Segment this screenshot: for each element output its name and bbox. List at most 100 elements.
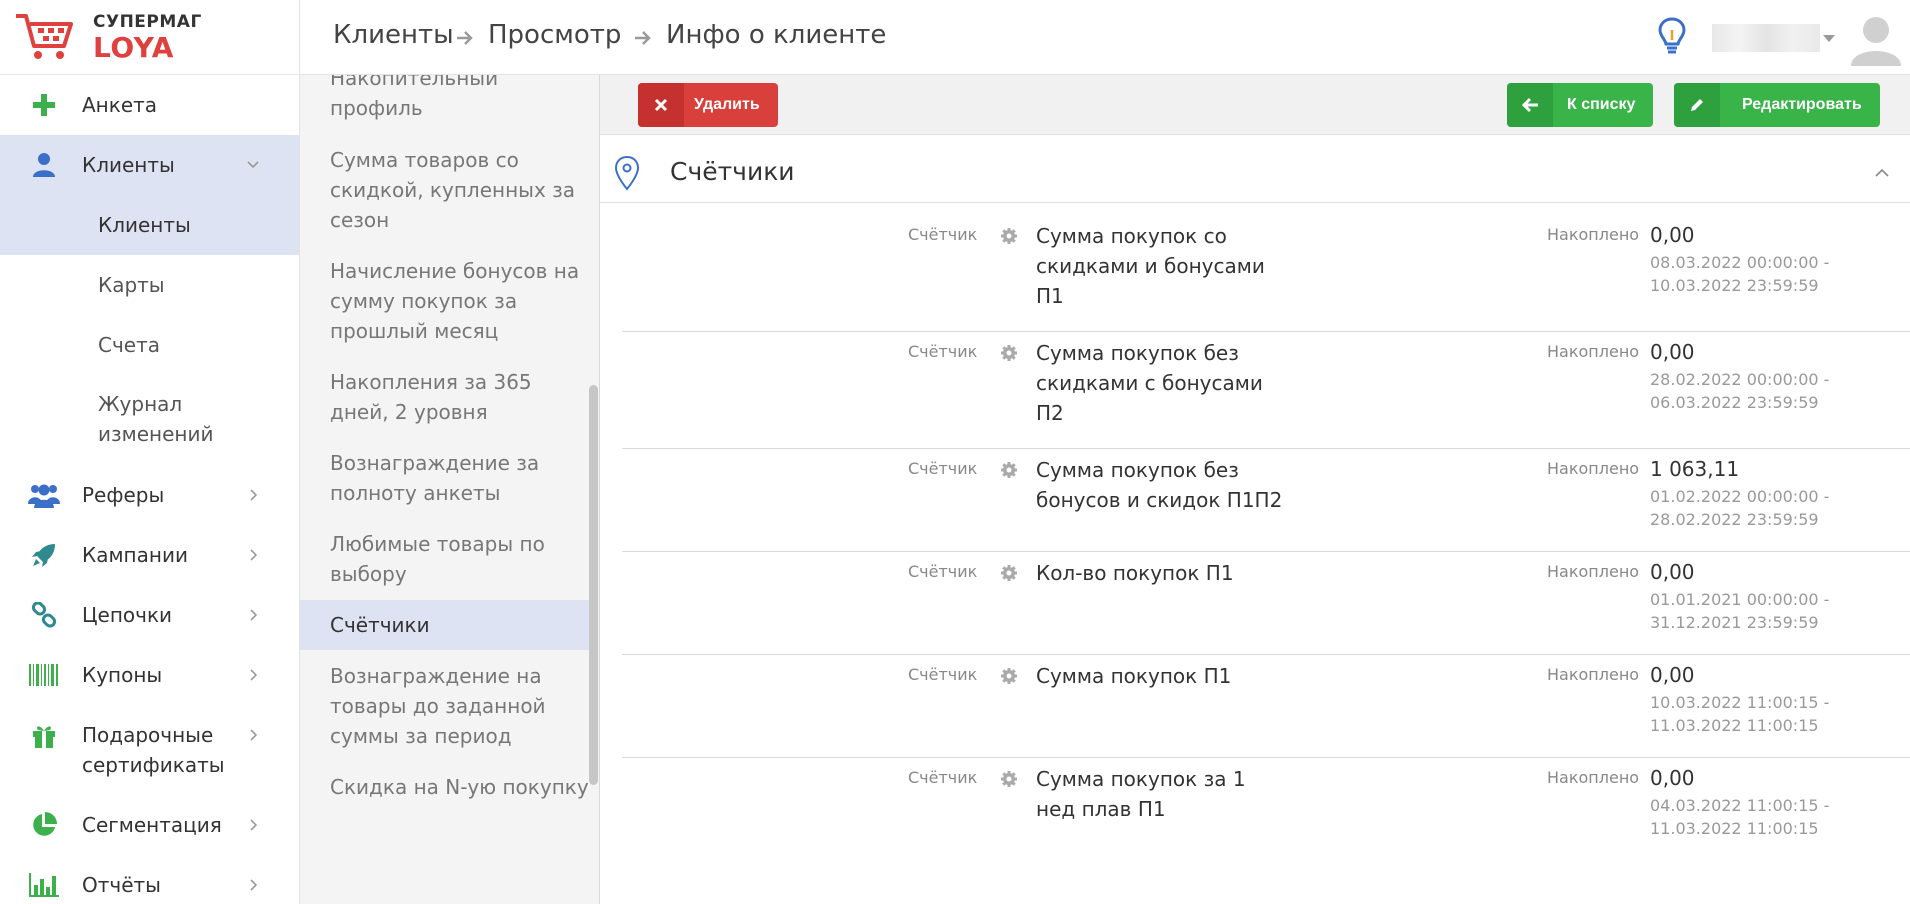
user-icon: [28, 149, 60, 181]
accumulated-label: Накоплено: [1547, 562, 1640, 581]
arrow-right-icon: [635, 31, 651, 45]
counter-period: 01.02.2022 00:00:00 - 28.02.2022 23:59:59: [1650, 485, 1829, 531]
plus-icon: [28, 89, 60, 121]
counter-period: 04.03.2022 11:00:15 - 11.03.2022 11:00:15: [1650, 794, 1829, 840]
counter-period: 10.03.2022 11:00:15 - 11.03.2022 11:00:15: [1650, 691, 1829, 737]
edit-button-label: Редактировать: [1742, 96, 1862, 113]
avatar[interactable]: [1848, 10, 1904, 66]
chevron-right-icon: [250, 729, 258, 741]
sidebar-item-clients[interactable]: Клиенты: [0, 135, 299, 195]
accumulated-value: 0,00: [1650, 560, 1695, 584]
counter-name: Сумма покупок без бонусов и скидок П1П2: [1036, 458, 1283, 512]
section-item-active[interactable]: Счётчики: [300, 600, 590, 650]
sidebar-subitem-accounts[interactable]: Счета: [0, 315, 299, 375]
sidebar: СУПЕРМАГ LOYA Анкета Клиенты Клиенты Кар…: [0, 0, 300, 904]
sidebar-item-label: Цепочки: [82, 603, 173, 627]
sidebar-item-reports[interactable]: Отчёты: [0, 870, 299, 900]
period-from: 08.03.2022 00:00:00 -: [1650, 253, 1830, 272]
sidebar-subitem-label: Журнал изменений: [98, 392, 214, 446]
section-item[interactable]: Вознаграждение за полноту анкеты: [300, 448, 590, 508]
counter-label: Счётчик: [908, 225, 978, 244]
counter-row: Счётчик Сумма покупок без скидками с бон…: [622, 332, 1910, 449]
sidebar-item-anketa[interactable]: Анкета: [0, 90, 299, 120]
arrow-left-icon: [1507, 83, 1553, 127]
logo[interactable]: СУПЕРМАГ LOYA: [0, 0, 300, 75]
counter-row: Счётчик Сумма покупок без бонусов и скид…: [622, 449, 1910, 552]
period-from: 04.03.2022 11:00:15 -: [1650, 796, 1830, 815]
scrollbar[interactable]: [589, 385, 598, 785]
gear-icon[interactable]: [1000, 667, 1018, 685]
counter-row: Счётчик Кол-во покупок П1 Накоплено 0,00…: [622, 552, 1910, 655]
period-from: 01.02.2022 00:00:00 -: [1650, 487, 1830, 506]
accumulated-label: Накоплено: [1547, 459, 1640, 478]
caret-down-icon[interactable]: [1823, 35, 1835, 42]
brand-name: СУПЕРМАГ: [93, 12, 202, 32]
section-item[interactable]: Начисление бонусов на сумму покупок за п…: [300, 256, 590, 346]
sidebar-item-campaigns[interactable]: Кампании: [0, 540, 299, 570]
sidebar-item-gift-certificates[interactable]: Подарочные сертификаты: [0, 720, 299, 780]
period-to: 28.02.2022 23:59:59: [1650, 510, 1819, 529]
period-to: 11.03.2022 11:00:15: [1650, 819, 1819, 838]
counter-period: 08.03.2022 00:00:00 - 10.03.2022 23:59:59: [1650, 251, 1829, 297]
counter-label: Счётчик: [908, 768, 978, 787]
lightbulb-icon[interactable]: [1657, 16, 1687, 56]
counter-label: Счётчик: [908, 562, 978, 581]
bar-chart-icon: [28, 869, 60, 901]
gear-icon[interactable]: [1000, 461, 1018, 479]
accumulated-label: Накоплено: [1547, 665, 1640, 684]
section-item[interactable]: Любимые товары по выбору: [300, 529, 590, 589]
panel-header[interactable]: Счётчики: [600, 143, 1910, 203]
period-to: 31.12.2021 23:59:59: [1650, 613, 1819, 632]
breadcrumb-item[interactable]: Просмотр: [488, 20, 621, 50]
brand-subname: LOYA: [93, 31, 174, 64]
sidebar-item-coupons[interactable]: Купоны: [0, 660, 299, 690]
pencil-icon: [1674, 83, 1720, 127]
period-from: 01.01.2021 00:00:00 -: [1650, 590, 1830, 609]
gift-icon: [28, 720, 60, 752]
section-item[interactable]: Накопления за 365 дней, 2 уровня: [300, 367, 590, 427]
gear-icon[interactable]: [1000, 227, 1018, 245]
delete-button[interactable]: Удалить: [638, 83, 778, 127]
counter-name: Сумма покупок без скидками с бонусами П2: [1036, 341, 1263, 425]
counter-name: Сумма покупок со скидками и бонусами П1: [1036, 224, 1265, 308]
counter-row: Счётчик Сумма покупок за 1 нед плав П1 Н…: [622, 758, 1910, 861]
section-item[interactable]: Накопительный профиль: [300, 75, 590, 123]
accumulated-label: Накоплено: [1547, 225, 1640, 244]
chevron-right-icon: [250, 819, 258, 831]
sidebar-item-chains[interactable]: Цепочки: [0, 600, 299, 630]
sidebar-item-label: Подарочные сертификаты: [82, 723, 225, 777]
gear-icon[interactable]: [1000, 770, 1018, 788]
back-to-list-label: К списку: [1567, 96, 1636, 113]
section-item[interactable]: Вознаграждение на товары до заданной сум…: [300, 661, 590, 751]
sidebar-item-label: Клиенты: [82, 153, 175, 177]
counter-name: Кол-во покупок П1: [1036, 561, 1234, 585]
accumulated-value: 0,00: [1650, 766, 1695, 790]
chevron-down-icon: [247, 161, 259, 169]
back-to-list-button[interactable]: К списку: [1507, 83, 1654, 127]
rocket-icon: [28, 539, 60, 571]
shopping-cart-icon: [16, 14, 73, 59]
sidebar-item-segmentation[interactable]: Сегментация: [0, 810, 299, 840]
period-from: 28.02.2022 00:00:00 -: [1650, 370, 1830, 389]
user-name[interactable]: [1712, 24, 1820, 52]
breadcrumb-item[interactable]: Клиенты: [333, 20, 454, 50]
section-item[interactable]: Скидка на N-ую покупку: [300, 772, 590, 802]
counter-row: Счётчик Сумма покупок со скидками и бону…: [622, 215, 1910, 332]
sidebar-subitem-changelog[interactable]: Журнал изменений: [0, 375, 299, 465]
gear-icon[interactable]: [1000, 344, 1018, 362]
gear-icon[interactable]: [1000, 564, 1018, 582]
accumulated-value: 0,00: [1650, 340, 1695, 364]
section-item[interactable]: Сумма товаров со скидкой, купленных за с…: [300, 145, 590, 235]
period-from: 10.03.2022 11:00:15 -: [1650, 693, 1830, 712]
sidebar-item-referrers[interactable]: Реферы: [0, 480, 299, 510]
period-to: 10.03.2022 23:59:59: [1650, 276, 1819, 295]
sidebar-subitem-cards[interactable]: Карты: [0, 255, 299, 315]
sidebar-subitem-label: Клиенты: [98, 213, 191, 237]
edit-button[interactable]: Редактировать: [1674, 83, 1880, 127]
header: Клиенты Просмотр Инфо о клиенте: [300, 0, 1910, 75]
chevron-up-icon[interactable]: [1874, 167, 1890, 179]
close-icon: [638, 83, 684, 127]
sidebar-subitem-clients[interactable]: Клиенты: [0, 195, 299, 255]
accumulated-value: 1 063,11: [1650, 457, 1740, 481]
sidebar-item-label: Отчёты: [82, 873, 161, 897]
